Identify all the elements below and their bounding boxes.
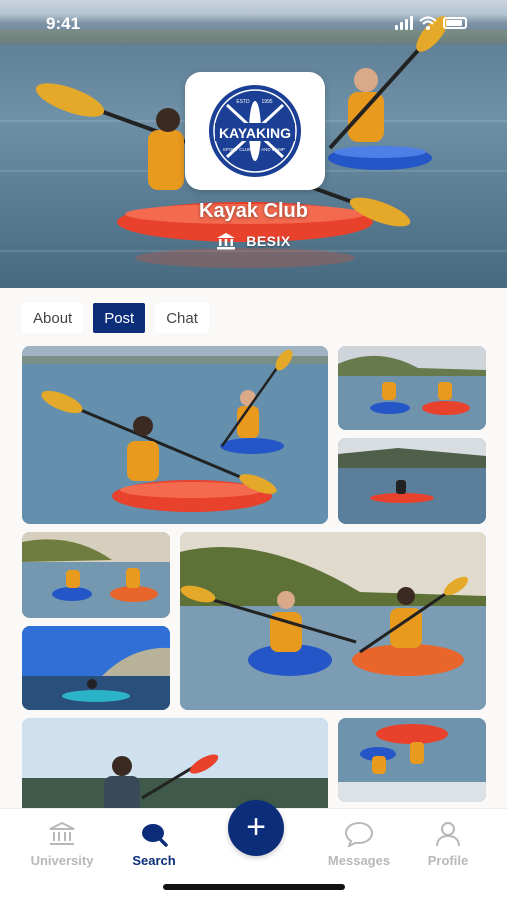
nav-label: Profile	[427, 853, 469, 868]
tab-post[interactable]: Post	[93, 303, 146, 333]
profile-icon	[436, 822, 460, 847]
club-logo: KAYAKING ESTD 1995 SPORT CLUB AND CAMP	[185, 72, 325, 190]
nav-university[interactable]: University	[17, 819, 107, 868]
post-photo-7[interactable]	[22, 718, 328, 818]
club-tabs: About Post Chat	[22, 303, 209, 333]
post-photo-1[interactable]	[22, 346, 328, 524]
search-icon	[142, 824, 168, 847]
kayaking-logo-icon: KAYAKING ESTD 1995 SPORT CLUB AND CAMP	[209, 85, 301, 177]
svg-text:ESTD: ESTD	[236, 99, 250, 105]
post-photo-5[interactable]	[180, 532, 486, 710]
svg-text:AND CAMP: AND CAMP	[261, 147, 285, 152]
post-photo-8[interactable]	[338, 718, 486, 802]
svg-text:KAYAKING: KAYAKING	[219, 125, 291, 141]
nav-label: Messages	[327, 853, 391, 868]
battery-icon	[443, 17, 467, 29]
nav-search[interactable]: Search	[109, 819, 199, 868]
tab-chat[interactable]: Chat	[155, 303, 209, 333]
nav-label: Search	[132, 853, 176, 868]
nav-label: University	[30, 853, 94, 868]
nav-profile[interactable]: Profile	[403, 819, 493, 868]
tab-about[interactable]: About	[22, 303, 84, 333]
svg-text:1995: 1995	[261, 99, 272, 105]
university-icon	[49, 821, 75, 845]
svg-text:SPORT CLUB: SPORT CLUB	[223, 147, 252, 152]
club-cover-photo: 9:41 KAYAKING ESTD 1995 SPORT CLUB AND C…	[0, 0, 507, 288]
post-photo-2[interactable]	[338, 346, 486, 430]
signal-icon	[395, 16, 413, 30]
status-time: 9:41	[46, 14, 81, 33]
home-indicator	[163, 884, 345, 890]
post-photo-6[interactable]	[22, 626, 170, 710]
post-photo-3[interactable]	[338, 438, 486, 524]
status-bar: 9:41	[0, 14, 507, 38]
club-name: Kayak Club	[199, 200, 308, 222]
university-icon	[217, 233, 236, 250]
wifi-icon	[419, 16, 437, 30]
post-photo-4[interactable]	[22, 532, 170, 618]
add-post-button[interactable]: +	[228, 800, 284, 856]
app-screen: 9:41 KAYAKING ESTD 1995 SPORT CLUB AND C…	[0, 0, 507, 900]
nav-messages[interactable]: Messages	[314, 819, 404, 868]
chat-bubble-icon	[344, 821, 374, 847]
company-row[interactable]: BESIX	[0, 232, 507, 250]
company-name: BESIX	[246, 233, 291, 249]
